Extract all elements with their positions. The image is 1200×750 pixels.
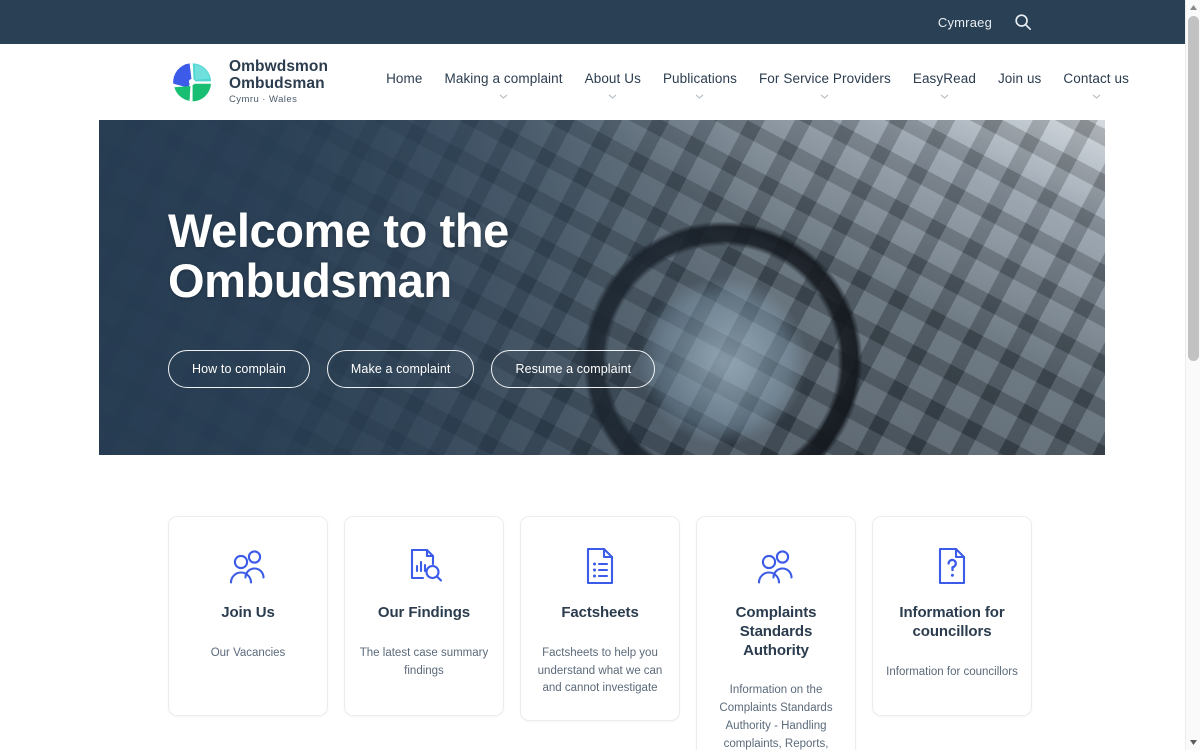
document-question-icon: [883, 545, 1021, 587]
search-icon[interactable]: [1014, 13, 1032, 31]
top-utility-bar: Cymraeg: [0, 0, 1200, 44]
scroll-down-arrow-icon[interactable]: [1186, 735, 1200, 750]
resume-a-complaint-button[interactable]: Resume a complaint: [491, 349, 656, 388]
nav-label: For Service Providers: [758, 70, 891, 86]
card-complaints-standards-authority[interactable]: Complaints Standards Authority Informati…: [696, 516, 856, 750]
nav-label: EasyRead: [912, 70, 976, 86]
card-join-us[interactable]: Join Us Our Vacancies: [168, 516, 328, 716]
nav-item-making-a-complaint[interactable]: Making a complaint: [434, 70, 574, 99]
card-description: Information on the Complaints Standards …: [719, 684, 833, 750]
main-navigation: Home Making a complaint About Us Publica…: [375, 66, 1140, 99]
brand-wordmark: Ombwdsmon Ombudsman Cymru · Wales: [229, 58, 329, 105]
hero-title: Welcome to the Ombudsman: [168, 204, 509, 307]
scroll-up-arrow-icon[interactable]: [1186, 0, 1200, 15]
nav-item-home[interactable]: Home: [375, 70, 433, 99]
card-factsheets[interactable]: Factsheets Factsheets to help you unders…: [520, 516, 680, 722]
nav-item-publications[interactable]: Publications: [652, 70, 748, 99]
card-title: Our Findings: [377, 604, 471, 621]
chevron-down-icon: [696, 94, 704, 99]
card-title: Join Us: [221, 604, 275, 621]
hero-button-group: How to complain Make a complaint Resume …: [168, 349, 1105, 388]
nav-item-about-us[interactable]: About Us: [574, 70, 652, 99]
card-our-findings[interactable]: Our Findings The latest case summary fin…: [344, 516, 504, 716]
chevron-down-icon: [608, 94, 617, 99]
nav-item-for-service-providers[interactable]: For Service Providers: [748, 70, 902, 99]
nav-label: Contact us: [1063, 70, 1129, 86]
how-to-complain-button[interactable]: How to complain: [168, 349, 310, 388]
site-logo-link[interactable]: Ombwdsmon Ombudsman Cymru · Wales: [168, 58, 328, 106]
chevron-down-icon: [821, 94, 829, 99]
card-description: Factsheets to help you understand what w…: [537, 646, 663, 695]
chevron-down-icon: [1092, 94, 1101, 99]
nav-item-join-us[interactable]: Join us: [987, 70, 1052, 99]
brand-line-welsh: Ombwdsmon: [229, 58, 329, 76]
chevron-down-icon: [940, 94, 949, 99]
quick-links-card-grid: Join Us Our Vacancies Our Findings The l…: [0, 516, 1200, 750]
document-chart-search-icon: [355, 545, 493, 587]
nav-label: Making a complaint: [444, 70, 563, 86]
scrollbar-thumb[interactable]: [1188, 16, 1199, 361]
nav-item-contact-us[interactable]: Contact us: [1052, 70, 1140, 99]
hero-content: Welcome to the Ombudsman How to complain…: [99, 120, 1105, 388]
nav-label: About Us: [584, 70, 641, 86]
two-people-icon: [179, 545, 317, 587]
two-people-icon: [707, 545, 845, 587]
page-root: Cymraeg Ombwdsmon Ombudsman Cymru · Wale…: [0, 0, 1200, 750]
card-description: Information for councillors: [886, 665, 1018, 678]
card-title: Factsheets: [561, 604, 639, 621]
nav-label: Home: [386, 70, 423, 86]
site-header: Ombwdsmon Ombudsman Cymru · Wales Home M…: [0, 44, 1200, 120]
card-description: The latest case summary findings: [359, 646, 489, 677]
nav-label: Publications: [662, 70, 737, 86]
ombudsman-pinwheel-logo-icon: [168, 58, 216, 106]
page-scrollbar[interactable]: [1185, 0, 1200, 750]
nav-label: Join us: [997, 70, 1042, 86]
language-switch-cymraeg[interactable]: Cymraeg: [938, 15, 992, 30]
nav-item-easyread[interactable]: EasyRead: [902, 70, 987, 99]
card-description: Our Vacancies: [210, 646, 286, 659]
card-information-for-councillors[interactable]: Information for councillors Information …: [872, 516, 1032, 716]
hero-banner: Welcome to the Ombudsman How to complain…: [99, 120, 1105, 455]
document-list-icon: [531, 545, 669, 587]
brand-line-english: Ombudsman: [229, 74, 325, 92]
card-title: Complaints Standards Authority: [735, 604, 817, 659]
brand-subtitle: Cymru · Wales: [229, 93, 298, 105]
card-title: Information for councillors: [899, 604, 1005, 640]
chevron-down-icon: [499, 94, 508, 99]
make-a-complaint-button[interactable]: Make a complaint: [326, 349, 475, 388]
